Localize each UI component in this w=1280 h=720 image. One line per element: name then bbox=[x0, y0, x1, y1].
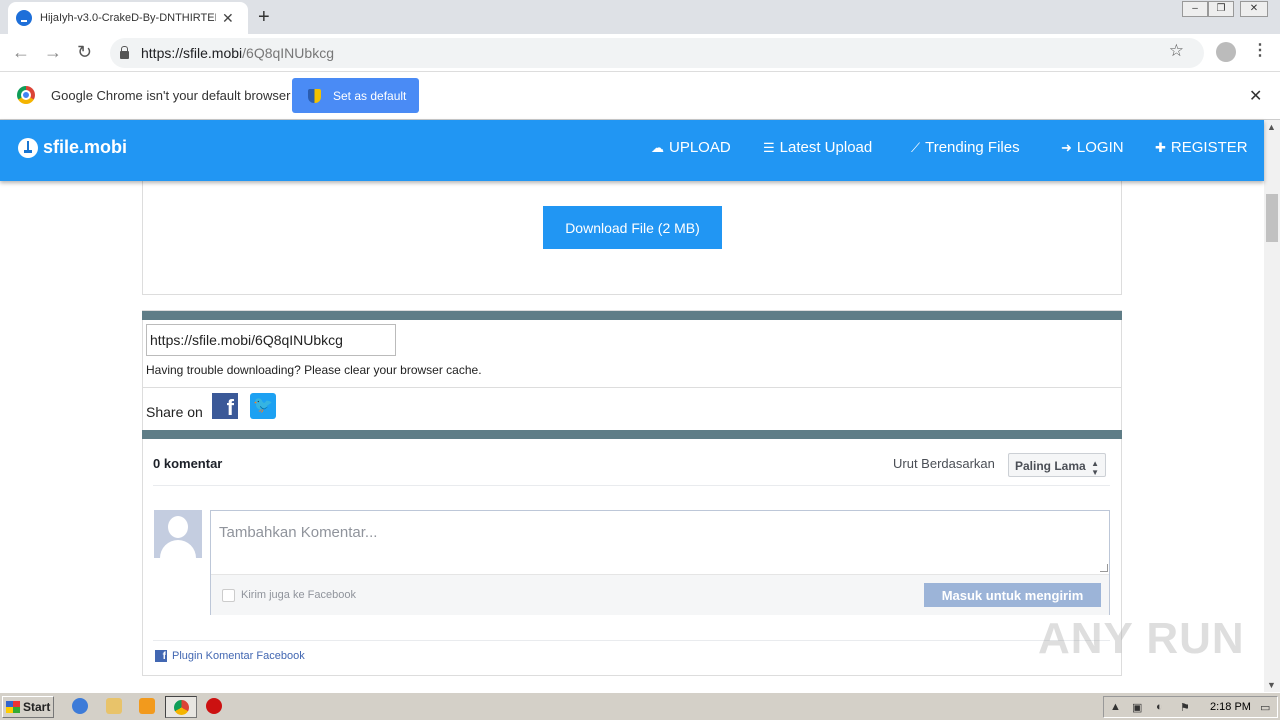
set-as-default-label: Set as default bbox=[333, 88, 407, 103]
profile-avatar-icon[interactable] bbox=[1216, 42, 1236, 62]
comment-footer: Kirim juga ke Facebook Masuk untuk mengi… bbox=[211, 574, 1109, 615]
reload-icon[interactable]: ↻ bbox=[77, 42, 92, 63]
browser-toolbar: ← → ↻ https://sfile.mobi/6Q8qINUbkcg ☆ bbox=[0, 34, 1280, 72]
nav-upload[interactable]: ☁ UPLOAD bbox=[651, 139, 731, 156]
brand-name: sfile.mobi bbox=[43, 137, 128, 157]
site-navbar: sfile.mobi ☁ UPLOAD ☰ Latest Upload ⟋ Tr… bbox=[0, 120, 1264, 181]
nav-login-label: LOGIN bbox=[1076, 139, 1124, 156]
share-url-field[interactable]: https://sfile.mobi/6Q8qINUbkcg bbox=[146, 324, 396, 356]
avatar-head bbox=[168, 516, 188, 538]
browser-tab-strip: HijaIyh-v3.0-CrakeD-By-DNTHIRTEE ✕ + – ❐… bbox=[0, 0, 1280, 34]
sign-in-icon: ➜ bbox=[1061, 139, 1072, 155]
start-label: Start bbox=[23, 700, 51, 714]
chrome-logo-icon bbox=[17, 86, 35, 104]
infobar-close-icon[interactable]: ✕ bbox=[1249, 86, 1262, 106]
plugin-label: Plugin Komentar Facebook bbox=[172, 650, 305, 662]
list-icon: ☰ bbox=[763, 139, 775, 155]
user-plus-icon: ✚ bbox=[1155, 139, 1166, 155]
tab-title: HijaIyh-v3.0-CrakeD-By-DNTHIRTEE bbox=[40, 12, 216, 24]
chrome-menu-icon[interactable]: ⋮ bbox=[1252, 40, 1268, 60]
start-button[interactable]: Start bbox=[2, 696, 54, 718]
twitter-icon[interactable]: 🐦 bbox=[250, 393, 276, 419]
facebook-plugin-link[interactable]: f Plugin Komentar Facebook bbox=[155, 650, 305, 662]
show-desktop-icon[interactable]: ▭ bbox=[1260, 701, 1270, 714]
login-to-post-button[interactable]: Masuk untuk mengirim bbox=[924, 583, 1101, 607]
divider bbox=[153, 485, 1110, 486]
tray-expand-icon[interactable]: ▲ bbox=[1110, 701, 1121, 713]
media-player-icon[interactable] bbox=[139, 698, 155, 714]
download-icon bbox=[18, 137, 38, 158]
download-file-button[interactable]: Download File (2 MB) bbox=[543, 206, 722, 249]
new-tab-button[interactable]: + bbox=[258, 6, 270, 29]
facebook-icon[interactable]: f bbox=[212, 393, 238, 419]
resize-handle-icon[interactable] bbox=[1100, 564, 1108, 572]
cloud-upload-icon: ☁ bbox=[651, 139, 664, 155]
post-to-facebook-label: Kirim juga ke Facebook bbox=[241, 589, 356, 601]
select-arrows-icon: ▲ ▼ bbox=[1091, 459, 1099, 477]
nav-login[interactable]: ➜ LOGIN bbox=[1061, 139, 1124, 156]
back-arrow-icon[interactable]: ← bbox=[12, 42, 30, 63]
comment-input[interactable]: Tambahkan Komentar... bbox=[219, 524, 377, 541]
infobar-message: Google Chrome isn't your default browser bbox=[51, 88, 291, 103]
nav-trending-files[interactable]: ⟋ Trending Files bbox=[911, 139, 1020, 156]
comment-count: 0 komentar bbox=[153, 456, 223, 471]
comment-box: Tambahkan Komentar... Kirim juga ke Face… bbox=[210, 510, 1110, 615]
taskbar: Start ▲ ▣ ◐ ⚑ 2:18 PM ▭ bbox=[0, 692, 1280, 720]
set-as-default-button[interactable]: Set as default bbox=[292, 78, 419, 113]
nav-register[interactable]: ✚ REGISTER bbox=[1155, 139, 1248, 156]
default-browser-infobar: Google Chrome isn't your default browser… bbox=[0, 72, 1280, 120]
forward-arrow-icon[interactable]: → bbox=[44, 42, 62, 63]
post-to-facebook-checkbox[interactable] bbox=[222, 589, 235, 602]
clock[interactable]: 2:18 PM bbox=[1210, 701, 1251, 713]
close-window-button[interactable]: ✕ bbox=[1240, 1, 1268, 17]
avatar-body bbox=[160, 540, 196, 558]
scroll-down-icon[interactable]: ▼ bbox=[1267, 680, 1276, 690]
page-scrollbar[interactable]: ▲ ▼ bbox=[1264, 120, 1280, 692]
stop-icon[interactable] bbox=[206, 698, 222, 714]
taskbar-chrome-button[interactable] bbox=[165, 696, 197, 718]
nav-latest-upload[interactable]: ☰ Latest Upload bbox=[763, 139, 872, 156]
browser-tab[interactable]: HijaIyh-v3.0-CrakeD-By-DNTHIRTEE ✕ bbox=[8, 2, 248, 34]
share-on-label: Share on bbox=[146, 404, 203, 420]
scrollbar-thumb[interactable] bbox=[1266, 194, 1278, 242]
chrome-icon bbox=[174, 700, 189, 715]
sort-value: Paling Lama bbox=[1015, 459, 1086, 473]
sort-select[interactable]: Paling Lama ▲ ▼ bbox=[1008, 453, 1106, 477]
tab-close-icon[interactable]: ✕ bbox=[222, 10, 234, 27]
address-bar[interactable]: https://sfile.mobi/6Q8qINUbkcg ☆ bbox=[110, 38, 1204, 68]
scroll-up-icon[interactable]: ▲ bbox=[1267, 122, 1276, 132]
folder-icon[interactable] bbox=[106, 698, 122, 714]
avatar bbox=[154, 510, 202, 558]
internet-explorer-icon[interactable] bbox=[72, 698, 88, 714]
sort-label: Urut Berdasarkan bbox=[893, 456, 995, 471]
facebook-icon: f bbox=[155, 650, 167, 662]
divider bbox=[142, 387, 1122, 388]
url-host: https://sfile.mobi bbox=[141, 45, 243, 61]
download-favicon-icon bbox=[16, 10, 32, 26]
divider bbox=[153, 640, 1110, 641]
url-path: /6Q8qINUbkcg bbox=[242, 45, 334, 61]
nav-register-label: REGISTER bbox=[1170, 139, 1248, 156]
site-logo[interactable]: sfile.mobi bbox=[18, 137, 127, 158]
chart-line-icon: ⟋ bbox=[911, 139, 921, 155]
flag-icon[interactable]: ⚑ bbox=[1180, 701, 1190, 714]
nav-upload-label: UPLOAD bbox=[669, 139, 731, 156]
network-icon[interactable]: ▣ bbox=[1132, 701, 1142, 714]
section-divider-bar bbox=[142, 430, 1122, 439]
volume-icon[interactable]: ◐ bbox=[1156, 701, 1163, 713]
restore-window-button[interactable]: ❐ bbox=[1208, 1, 1234, 17]
watermark-logo: ANY RUN bbox=[1038, 614, 1245, 663]
lock-icon bbox=[120, 46, 129, 59]
system-tray: ▲ ▣ ◐ ⚑ 2:18 PM ▭ bbox=[1103, 696, 1278, 718]
section-divider-bar bbox=[142, 311, 1122, 320]
nav-trending-label: Trending Files bbox=[925, 139, 1020, 156]
minimize-window-button[interactable]: – bbox=[1182, 1, 1208, 17]
star-icon[interactable]: ☆ bbox=[1169, 41, 1184, 61]
shield-icon bbox=[308, 88, 321, 103]
windows-flag-icon bbox=[6, 701, 20, 713]
nav-latest-label: Latest Upload bbox=[779, 139, 873, 156]
download-help-text: Having trouble downloading? Please clear… bbox=[146, 363, 482, 377]
